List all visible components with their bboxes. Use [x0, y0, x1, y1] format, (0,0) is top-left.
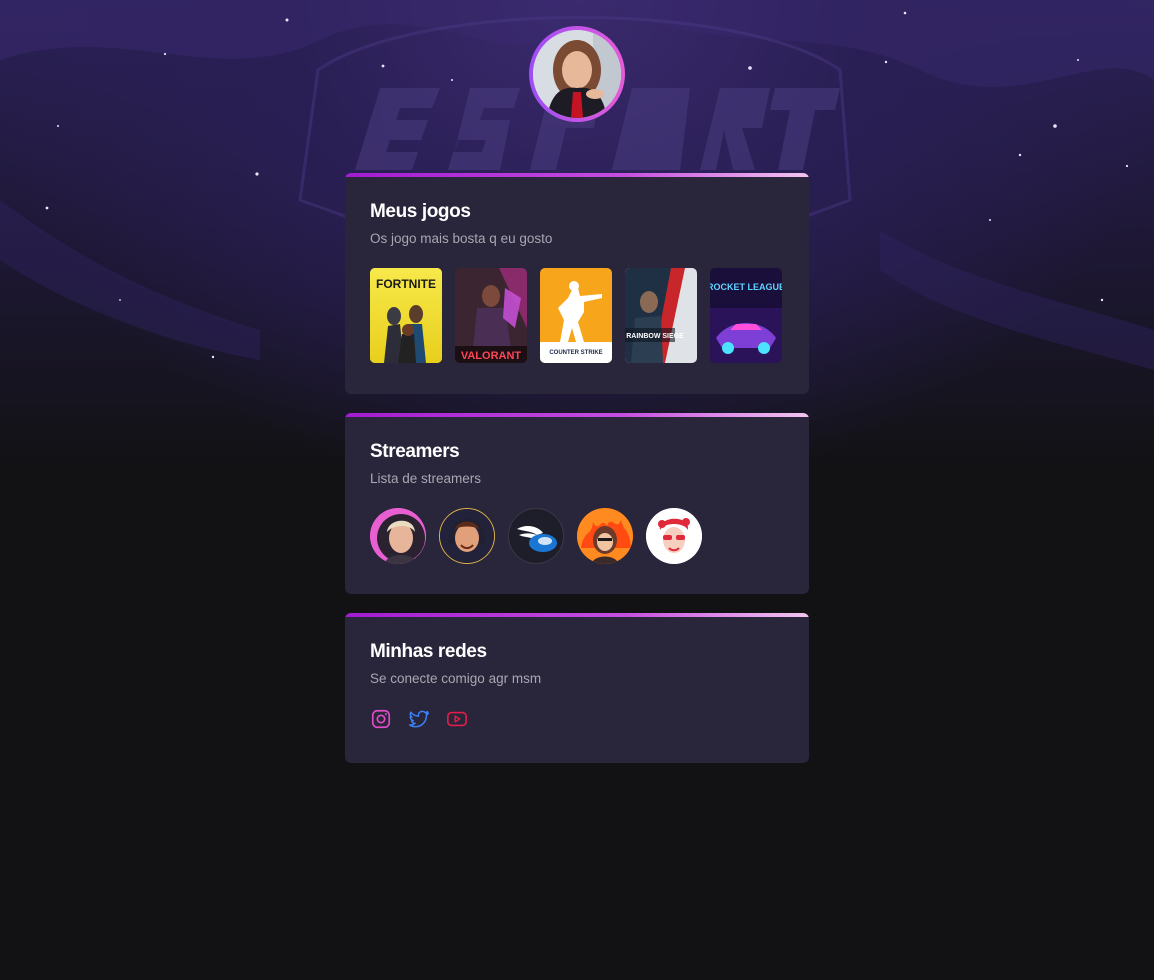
page: Meus jogos Os jogo mais bosta q eu gosto… — [0, 0, 1154, 980]
cs-logo-text: COUNTER STRIKE — [549, 350, 602, 356]
games-list: FORTNITE VALORANT COUNTER STRIKE RAINBOW… — [370, 268, 784, 363]
game-rainbow-six-siege[interactable]: RAINBOW SIEGE — [625, 268, 697, 363]
r6-logo-text: RAINBOW SIEGE — [626, 333, 684, 340]
profile-avatar — [529, 26, 625, 122]
socials-title: Minhas redes — [370, 641, 487, 662]
rocket-league-logo-text: ROCKET LEAGUE — [710, 282, 782, 292]
streamer-cartoon-headphones-avatar[interactable] — [439, 508, 495, 564]
fortnite-logo-text: FORTNITE — [376, 277, 436, 291]
game-counter-strike[interactable]: COUNTER STRIKE — [540, 268, 612, 363]
game-rocket-league[interactable]: ROCKET LEAGUE — [710, 268, 782, 363]
streamer-fire-avatar[interactable] — [577, 508, 633, 564]
socials-list — [370, 708, 784, 730]
game-valorant[interactable]: VALORANT — [455, 268, 527, 363]
youtube-icon[interactable] — [446, 708, 468, 730]
streamer-blond-avatar[interactable] — [370, 508, 426, 564]
streamers-subtitle: Lista de streamers — [370, 471, 482, 486]
streamers-card: Streamers Lista de streamers — [345, 413, 809, 594]
games-card: Meus jogos Os jogo mais bosta q eu gosto… — [345, 173, 809, 394]
socials-card: Minhas redes Se conecte comigo agr msm — [345, 613, 809, 763]
profile-photo-icon — [533, 30, 621, 118]
valorant-logo-text: VALORANT — [461, 350, 522, 362]
streamer-wing-logo-avatar[interactable] — [508, 508, 564, 564]
streamers-title: Streamers — [370, 441, 460, 462]
twitter-icon[interactable] — [408, 708, 430, 730]
games-subtitle: Os jogo mais bosta q eu gosto — [370, 231, 553, 246]
streamers-list — [370, 508, 784, 564]
game-fortnite[interactable]: FORTNITE — [370, 268, 442, 363]
instagram-icon[interactable] — [370, 708, 392, 730]
socials-subtitle: Se conecte comigo agr msm — [370, 671, 542, 686]
games-title: Meus jogos — [370, 201, 471, 222]
streamer-red-hair-avatar[interactable] — [646, 508, 702, 564]
